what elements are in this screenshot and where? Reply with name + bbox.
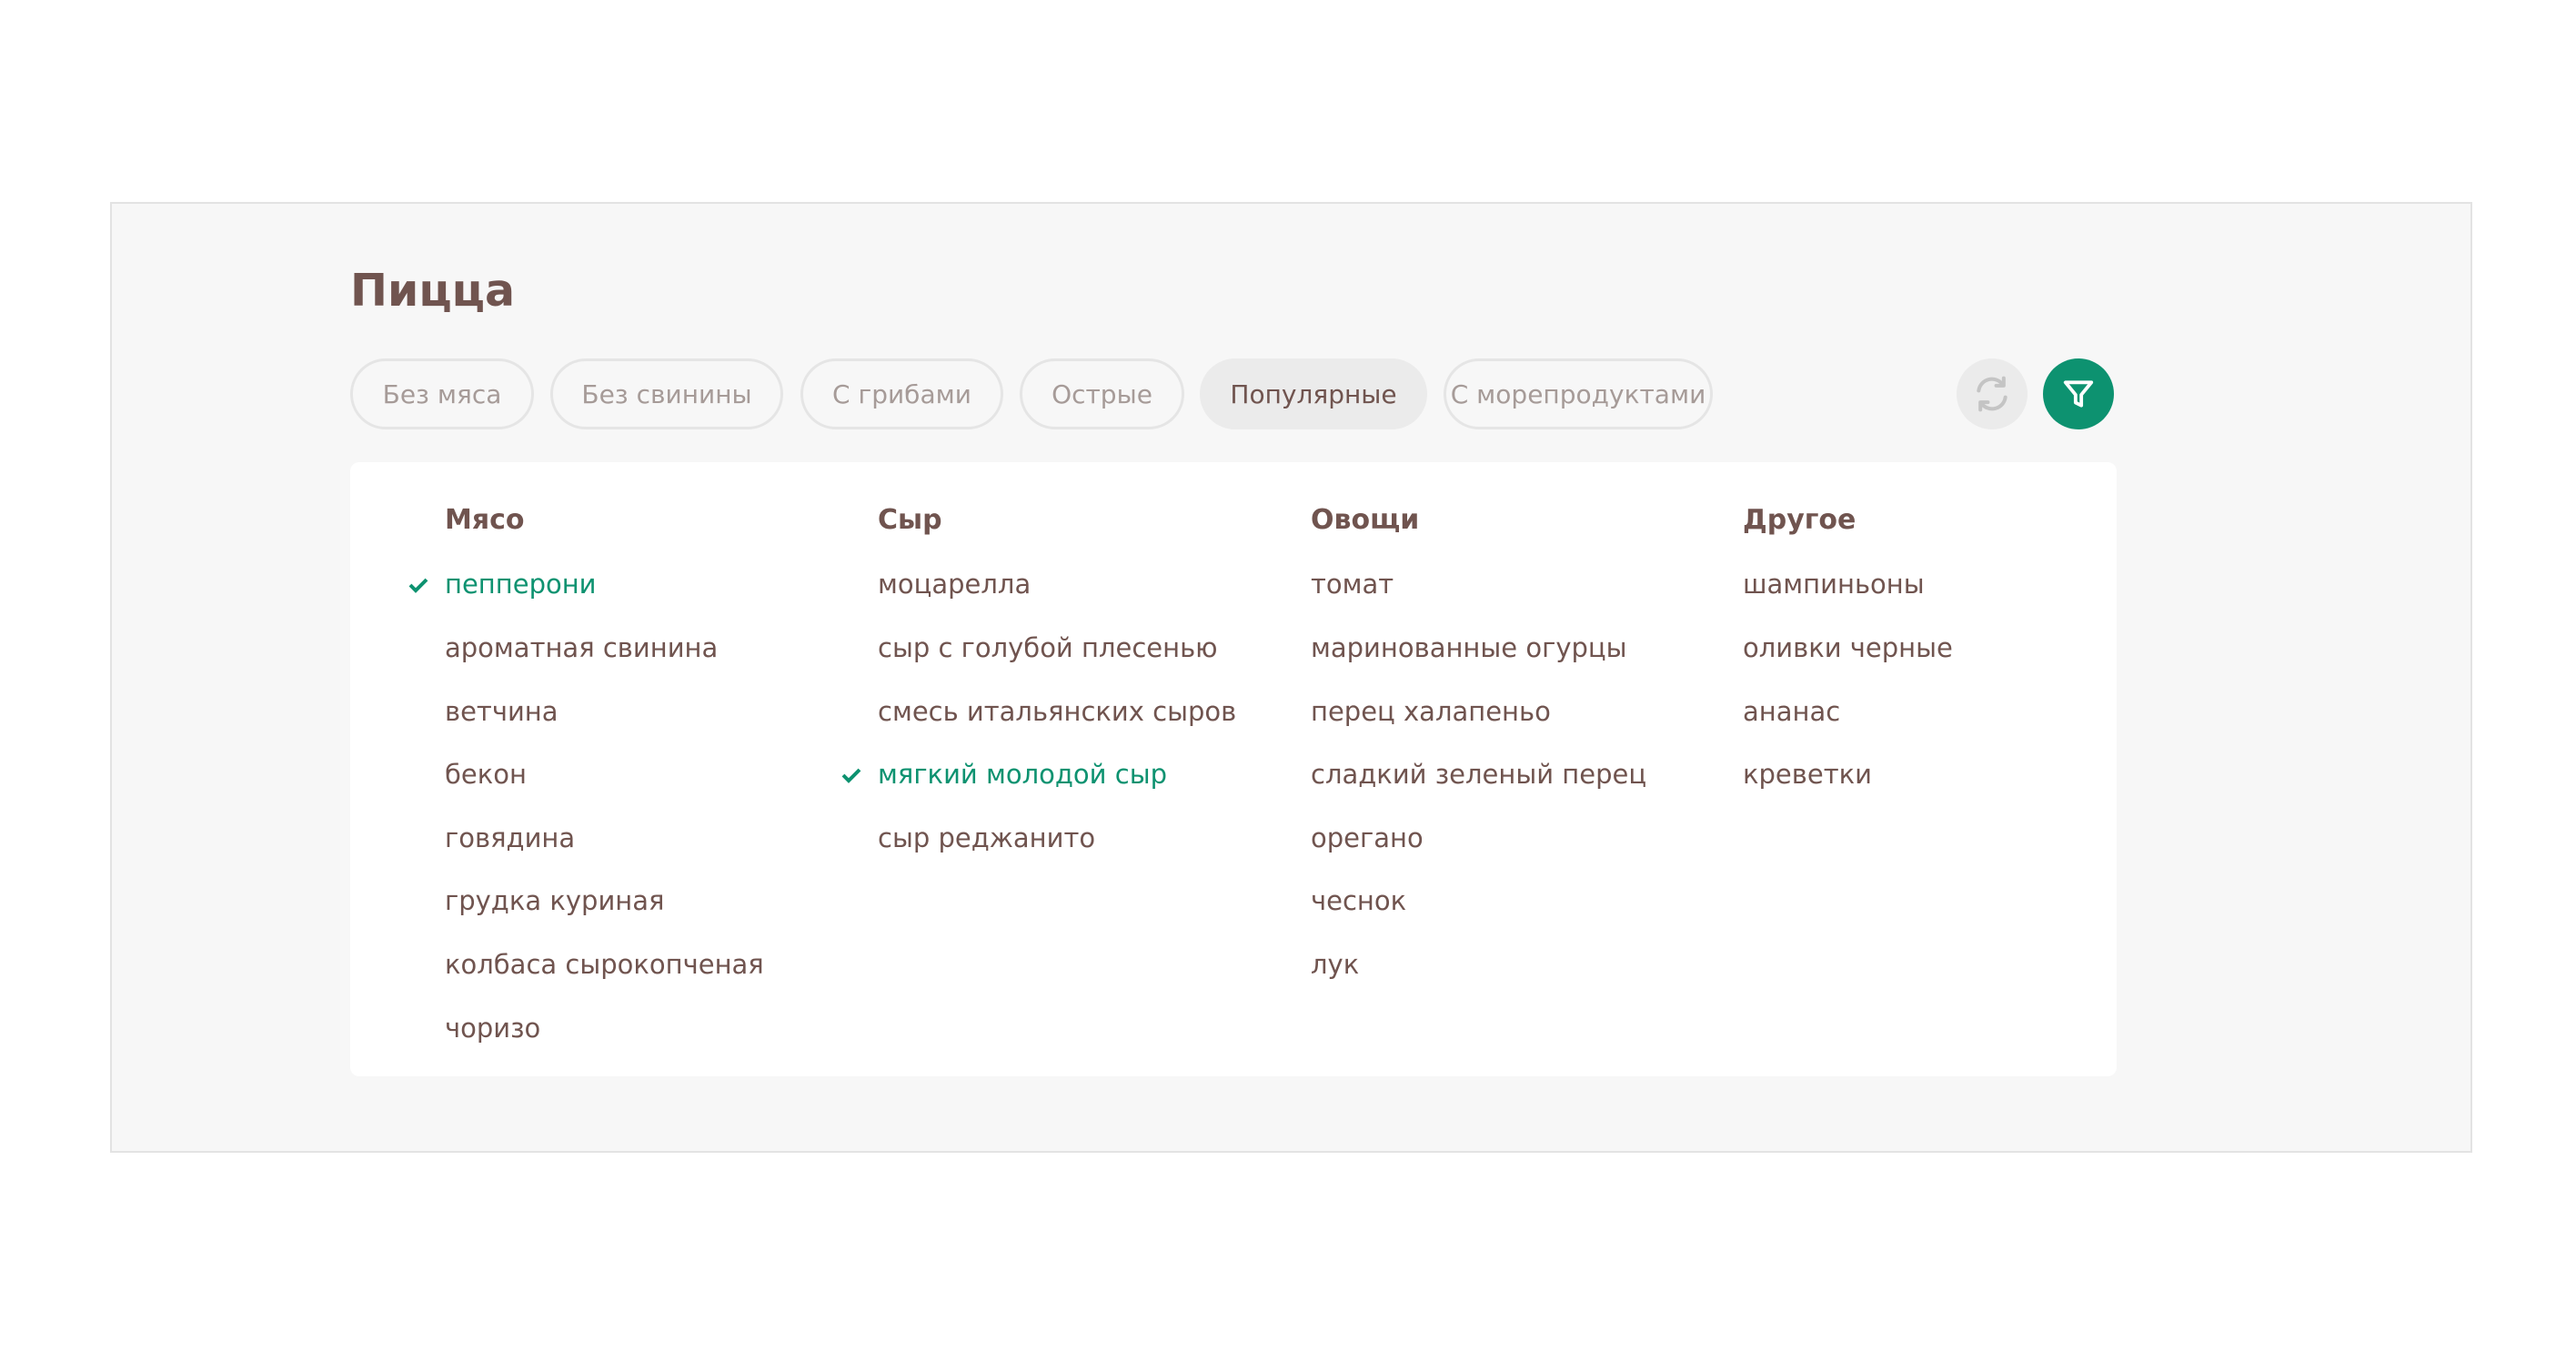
option-item[interactable]: колбаса сырокопченая (445, 946, 764, 983)
option-item[interactable]: перец халапеньо (1311, 693, 1551, 730)
option-label: пепперони (445, 569, 597, 600)
option-item[interactable]: сыр с голубой плесенью (878, 630, 1218, 666)
option-item[interactable]: орегано (1311, 820, 1424, 856)
tag-spicy[interactable]: Острые (1020, 358, 1184, 429)
option-item[interactable]: смесь итальянских сыров (878, 693, 1236, 730)
option-item[interactable]: чоризо (445, 1010, 540, 1046)
reset-filters-button[interactable] (1957, 358, 2028, 429)
option-item[interactable]: оливки черные (1743, 630, 1953, 666)
filter-toggle-button[interactable] (2043, 358, 2114, 429)
option-item[interactable]: шампиньоны (1743, 566, 1925, 602)
option-item[interactable]: лук (1311, 946, 1359, 983)
tag-seafood[interactable]: С морепродуктами (1444, 358, 1713, 429)
option-item[interactable]: маринованные огурцы (1311, 630, 1627, 666)
refresh-icon (1977, 376, 2007, 412)
option-item[interactable]: чеснок (1311, 883, 1406, 919)
column-title: Мясо (445, 504, 525, 536)
column-title: Другое (1743, 504, 1857, 536)
check-icon (408, 578, 428, 593)
option-soft-young-cheese[interactable]: мягкий молодой сыр (841, 756, 1167, 792)
tag-no-pork[interactable]: Без свинины (550, 358, 783, 429)
page-title: Пицца (350, 265, 516, 317)
option-item[interactable]: сыр реджанито (878, 820, 1095, 856)
option-pepperoni[interactable]: пепперони (408, 566, 597, 602)
column-title: Сыр (878, 504, 942, 536)
column-title: Овощи (1311, 504, 1420, 536)
option-item[interactable]: бекон (445, 756, 527, 792)
option-item[interactable]: ананас (1743, 693, 1840, 730)
option-item[interactable]: томат (1311, 566, 1394, 602)
option-item[interactable]: грудка куриная (445, 883, 664, 919)
tag-no-meat[interactable]: Без мяса (350, 358, 534, 429)
option-item[interactable]: ветчина (445, 693, 558, 730)
option-item[interactable]: ароматная свинина (445, 630, 718, 666)
option-item[interactable]: говядина (445, 820, 575, 856)
option-item[interactable]: сладкий зеленый перец (1311, 756, 1646, 792)
ingredients-dropdown: Мясо пепперони ароматная свинина ветчина… (350, 462, 2117, 1076)
tag-popular[interactable]: Популярные (1200, 358, 1427, 429)
option-item[interactable]: моцарелла (878, 566, 1031, 602)
check-icon (841, 768, 861, 783)
filter-funnel-icon (2063, 380, 2094, 408)
tag-mushrooms[interactable]: С грибами (800, 358, 1003, 429)
option-label: мягкий молодой сыр (878, 759, 1167, 790)
option-item[interactable]: креветки (1743, 756, 1872, 792)
